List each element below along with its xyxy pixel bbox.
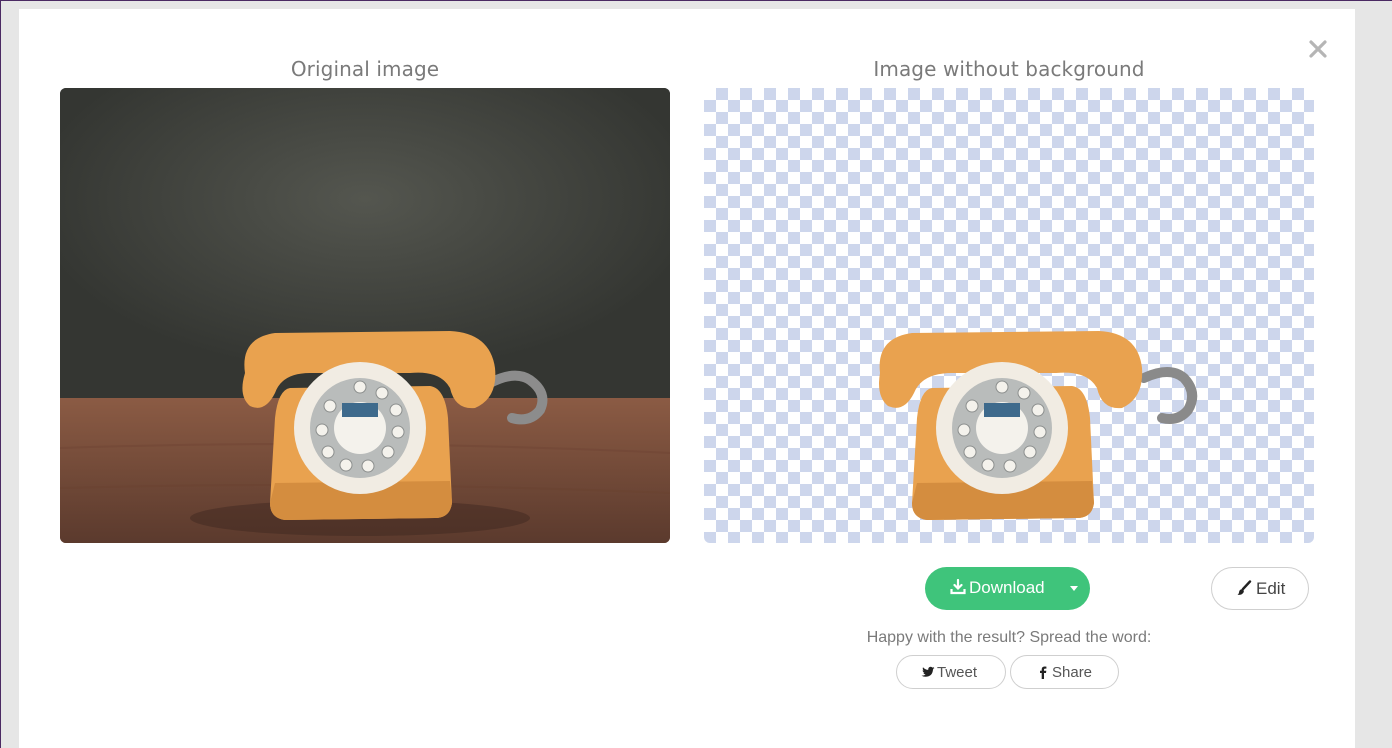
facebook-icon: [1040, 666, 1047, 679]
result-image-title: Image without background: [873, 57, 1145, 81]
download-icon: [950, 579, 966, 595]
share-label: Share: [1052, 664, 1093, 681]
close-icon: [1309, 40, 1327, 58]
result-image: [704, 88, 1314, 543]
download-label: Download: [969, 578, 1045, 597]
original-image: [60, 88, 670, 543]
background-removal-modal: Original image Image without background: [19, 9, 1355, 748]
brush-icon: [1237, 580, 1252, 595]
twitter-icon: [921, 666, 935, 677]
telephone-cutout: [879, 331, 1198, 520]
telephone-photo: [60, 88, 670, 543]
chevron-down-icon[interactable]: [1069, 583, 1079, 593]
facebook-share-button[interactable]: Share: [1010, 655, 1119, 689]
edit-button[interactable]: Edit: [1211, 567, 1309, 610]
edit-label: Edit: [1256, 579, 1286, 598]
tweet-button[interactable]: Tweet: [896, 655, 1006, 689]
download-button[interactable]: Download: [925, 567, 1090, 610]
tweet-label: Tweet: [937, 664, 978, 681]
original-image-title: Original image: [290, 57, 440, 81]
spread-the-word-text: Happy with the result? Spread the word:: [866, 629, 1152, 646]
